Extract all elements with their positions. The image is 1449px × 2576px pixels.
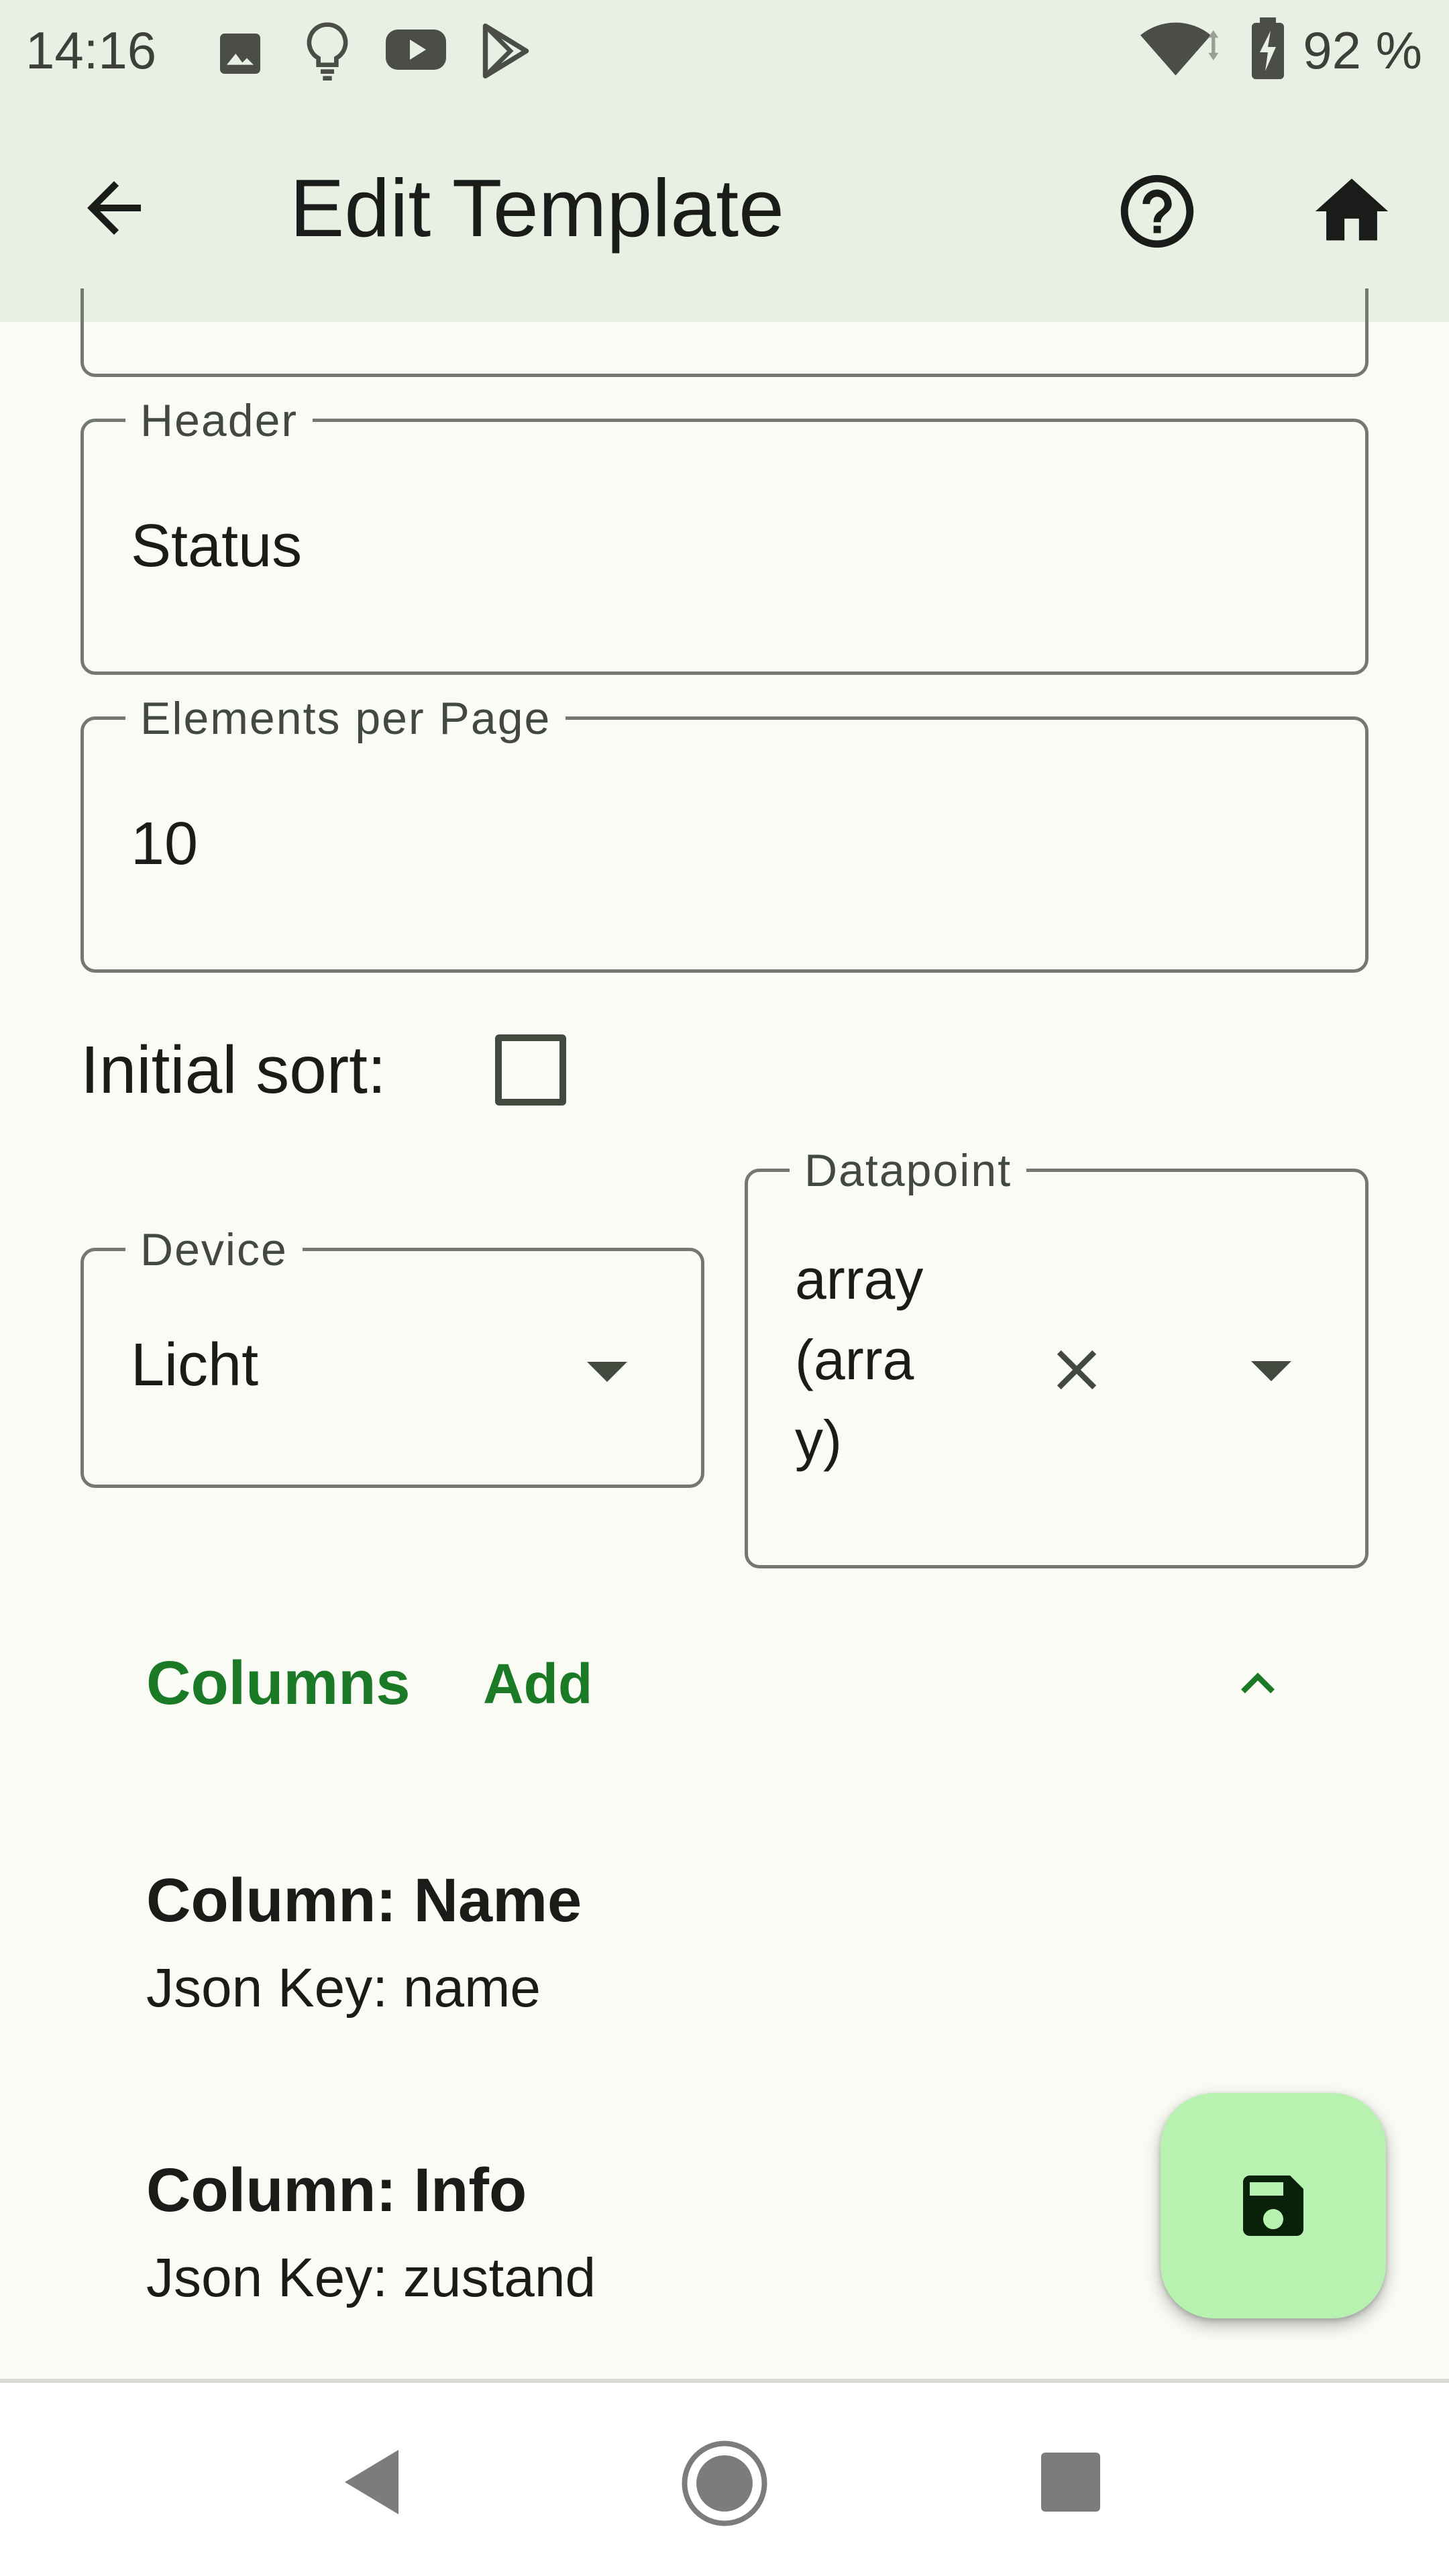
column-title: Column: Info (146, 2156, 527, 2224)
device-dropdown-arrow-icon[interactable] (587, 1362, 627, 1382)
navigation-bar (0, 2383, 1449, 2576)
column-item-name[interactable]: Column: Name Json Key: name (146, 1864, 582, 2022)
image-icon (220, 34, 260, 74)
nav-back-icon[interactable] (339, 2447, 404, 2517)
datapoint-label: Datapoint (790, 1146, 1027, 1195)
status-time: 14:16 (25, 21, 157, 80)
columns-title: Columns (146, 1649, 411, 1717)
nav-home-icon[interactable] (679, 2438, 770, 2529)
arrow-back-icon (87, 181, 141, 235)
youtube-icon (386, 30, 446, 70)
elements-per-page-label: Elements per Page (125, 694, 566, 743)
chevron-up-icon (1241, 1672, 1275, 1694)
home-icon (1315, 178, 1389, 241)
collapse-button[interactable] (1221, 1650, 1295, 1717)
clear-icon[interactable] (1043, 1336, 1110, 1403)
help-circle-icon (1120, 174, 1194, 248)
save-icon (1243, 2176, 1303, 2236)
elements-per-page-field[interactable]: Elements per Page 10 (80, 694, 1368, 973)
column-json-key: Json Key: name (146, 1957, 541, 2019)
datapoint-value-line: y) (795, 1409, 842, 1472)
datapoint-value: array (arra y) (795, 1239, 923, 1481)
lightbulb-icon (307, 22, 348, 80)
partial-field-above[interactable] (80, 288, 1368, 377)
play-store-icon (482, 23, 529, 78)
battery-charging-icon (1252, 17, 1284, 79)
datapoint-dropdown-arrow-icon[interactable] (1251, 1361, 1291, 1381)
nav-recents-icon[interactable] (1038, 2450, 1103, 2514)
wifi-icon (1140, 22, 1219, 76)
save-fab[interactable] (1161, 2093, 1386, 2318)
header-field[interactable]: Header Status (80, 396, 1368, 675)
column-item-info[interactable]: Column: Info Json Key: zustand (146, 2153, 596, 2312)
device-value: Licht (131, 1332, 259, 1399)
device-label: Device (125, 1226, 303, 1274)
initial-sort-checkbox[interactable] (495, 1034, 566, 1106)
column-json-key: Json Key: zustand (146, 2247, 596, 2308)
home-button[interactable] (1308, 168, 1395, 255)
page-title: Edit Template (290, 162, 784, 254)
add-column-button[interactable]: Add (483, 1650, 592, 1717)
device-dropdown[interactable]: Device Licht (80, 1226, 704, 1488)
header-field-value: Status (131, 513, 303, 580)
header-field-label: Header (125, 396, 313, 445)
status-bar: 14:16 92 % (0, 0, 1449, 101)
datapoint-value-line: array (795, 1248, 924, 1311)
initial-sort-label: Initial sort: (80, 1032, 386, 1108)
column-title: Column: Name (146, 1866, 582, 1935)
back-button[interactable] (74, 168, 154, 248)
help-button[interactable] (1114, 168, 1201, 255)
datapoint-dropdown[interactable]: Datapoint array (arra y) (745, 1146, 1368, 1568)
datapoint-value-line: (arra (795, 1328, 914, 1391)
battery-percentage: 92 % (1303, 21, 1422, 80)
elements-per-page-value: 10 (131, 810, 199, 877)
